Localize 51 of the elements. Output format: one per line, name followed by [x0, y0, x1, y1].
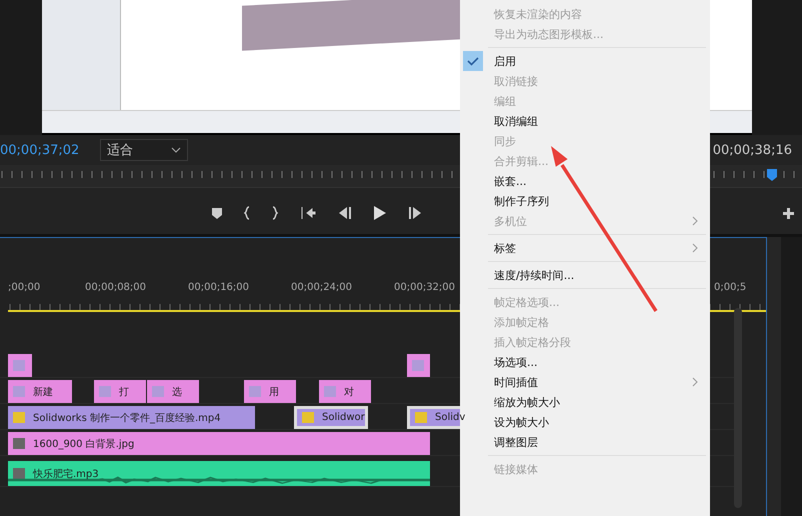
timeline-clip[interactable]: 选 — [147, 380, 199, 403]
step-forward-icon[interactable] — [408, 207, 422, 219]
go-to-in-icon[interactable] — [300, 206, 316, 220]
add-icon[interactable] — [783, 208, 794, 218]
menu-item[interactable]: 时间插值 — [460, 372, 710, 392]
end-timecode: 00;00;38;16 — [712, 142, 792, 158]
chevron-down-icon — [171, 147, 181, 153]
ruler-label: 00;00;32;00 — [394, 282, 456, 295]
menu-item[interactable]: 启用 — [460, 51, 710, 71]
timeline-clip[interactable]: 对 — [319, 380, 371, 403]
timeline-clip[interactable]: 用 — [244, 380, 296, 403]
marker-icon[interactable] — [212, 208, 222, 218]
ruler-label: 0;00;5 — [714, 282, 746, 293]
playhead-icon[interactable] — [767, 169, 777, 181]
play-icon[interactable] — [374, 206, 386, 220]
fx-badge-icon — [302, 412, 314, 423]
ruler-label: ;00;00 — [8, 282, 42, 295]
scrollbar[interactable] — [734, 308, 742, 508]
fx-badge-icon — [99, 386, 111, 397]
fx-badge-icon — [13, 386, 25, 397]
fx-badge-icon — [13, 438, 25, 449]
fx-badge-icon — [152, 386, 164, 397]
fx-badge-icon — [412, 360, 424, 371]
menu-item[interactable]: 嵌套... — [460, 171, 710, 191]
menu-item[interactable]: 调整图层 — [460, 432, 710, 452]
fx-badge-icon — [13, 412, 25, 423]
timeline-clip[interactable]: 1600_900 白背景.jpg — [8, 432, 430, 455]
timeline-clip[interactable]: 打 — [94, 380, 146, 403]
ruler-label: 00;00;24;00 — [291, 282, 354, 295]
ruler-label: 00;00;08;00 — [85, 282, 148, 295]
zoom-select[interactable]: 适合 — [100, 139, 188, 161]
timeline-clip[interactable]: 新建 — [8, 380, 72, 403]
fx-badge-icon — [415, 412, 427, 423]
fx-badge-icon — [13, 468, 25, 479]
mark-in-icon[interactable] — [244, 206, 250, 220]
timeline-clip[interactable]: Solidworks 制作一个零件_百度经验.mp4 — [8, 406, 255, 429]
fx-badge-icon — [324, 386, 336, 397]
timeline-clip[interactable] — [8, 354, 32, 377]
menu-item[interactable]: 场选项... — [460, 352, 710, 372]
fx-badge-icon — [249, 386, 261, 397]
current-timecode: 00;00;37;02 — [0, 142, 80, 158]
step-back-icon[interactable] — [338, 207, 352, 219]
ruler-label: 00;00;16;00 — [188, 282, 250, 295]
timeline-clip[interactable]: 快乐肥宅.mp3 — [8, 461, 430, 486]
fx-badge-icon — [13, 360, 25, 371]
timeline-clip[interactable] — [407, 354, 430, 377]
mark-out-icon[interactable] — [272, 206, 278, 220]
menu-item[interactable]: 制作子序列 — [460, 191, 710, 211]
timeline-clip[interactable]: Solidwor — [294, 406, 368, 429]
menu-item[interactable]: 标签 — [460, 238, 710, 258]
menu-item[interactable]: 速度/持续时间... — [460, 265, 710, 285]
